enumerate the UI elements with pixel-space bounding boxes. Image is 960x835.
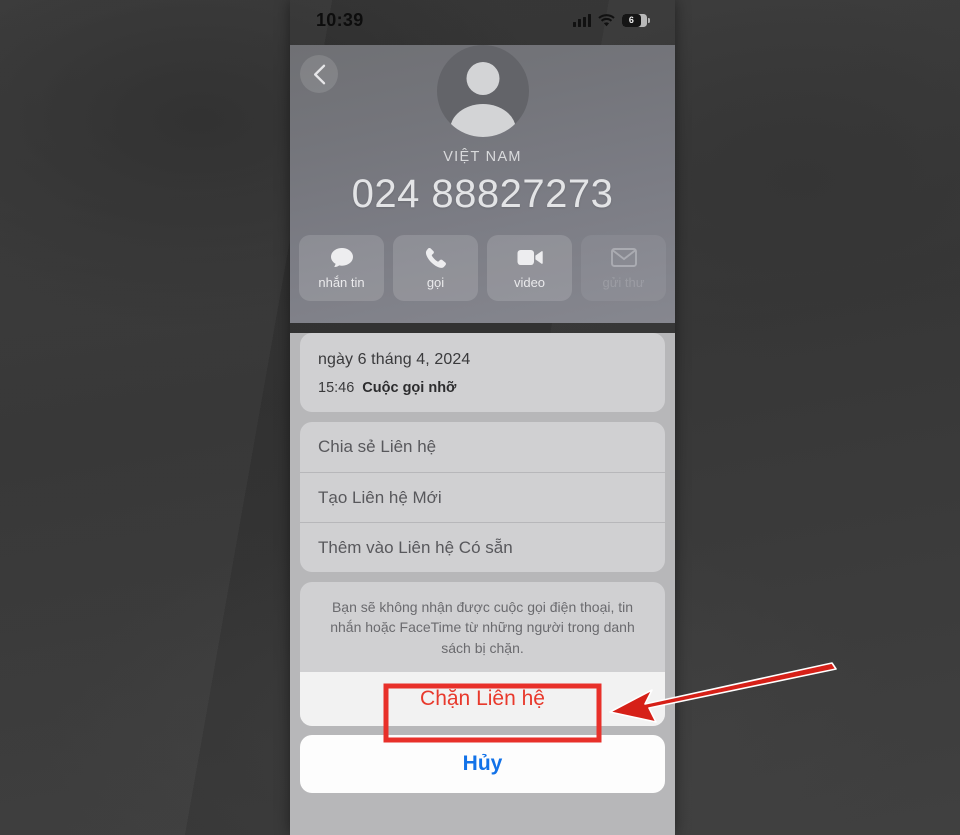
action-button-video[interactable]: video	[487, 235, 572, 301]
block-contact-button[interactable]: Chặn Liên hệ	[300, 671, 665, 726]
action-sheet-area: ngày 6 tháng 4, 2024 15:46 Cuộc gọi nhỡ C…	[290, 333, 675, 835]
envelope-icon	[610, 247, 637, 269]
battery-level-label: 6	[628, 15, 634, 25]
action-button-video-label: video	[513, 274, 546, 290]
cancel-button[interactable]: Hủy	[300, 734, 665, 793]
battery-icon: 6	[622, 13, 650, 27]
status-bar: 10:39 6	[290, 0, 675, 40]
contact-options-menu: Chia sẻ Liên hệ Tạo Liên hệ Mới Thêm vào…	[300, 422, 665, 572]
wifi-icon	[598, 13, 615, 27]
action-button-mail-label: gửi thư	[602, 274, 645, 290]
call-log-type: Cuộc gọi nhỡ	[362, 380, 457, 396]
call-log-card: ngày 6 tháng 4, 2024 15:46 Cuộc gọi nhỡ	[300, 333, 665, 412]
action-button-message[interactable]: nhắn tin	[299, 235, 384, 301]
menu-item-share-contact[interactable]: Chia sẻ Liên hệ	[300, 422, 665, 472]
block-contact-card: Bạn sẽ không nhận được cuộc gọi điện tho…	[300, 582, 665, 726]
menu-item-add-to-existing-contact[interactable]: Thêm vào Liên hệ Có sẵn	[300, 522, 665, 572]
chevron-left-icon	[313, 64, 326, 85]
call-log-time: 15:46	[318, 380, 355, 396]
cellular-bars-icon	[573, 13, 591, 27]
video-camera-icon	[517, 247, 543, 269]
call-log-entry: 15:46 Cuộc gọi nhỡ	[318, 380, 647, 396]
block-notice-text: Bạn sẽ không nhận được cuộc gọi điện tho…	[330, 599, 635, 656]
call-log-date: ngày 6 tháng 4, 2024	[318, 351, 471, 368]
message-bubble-icon	[330, 247, 354, 269]
status-bar-indicators: 6	[573, 13, 650, 27]
action-button-call-label: gọi	[426, 274, 445, 290]
phone-screen: 10:39 6 VIỆT NAM 024 88827273 nhắn tin g…	[290, 0, 675, 835]
menu-item-create-new-contact[interactable]: Tạo Liên hệ Mới	[300, 472, 665, 522]
status-bar-clock: 10:39	[316, 9, 364, 30]
action-button-mail: gửi thư	[581, 235, 666, 301]
phone-handset-icon	[425, 247, 446, 269]
contact-country-label: VIỆT NAM	[443, 149, 522, 165]
contact-action-buttons: nhắn tin gọi video gửi thư	[290, 235, 675, 301]
action-button-message-label: nhắn tin	[318, 274, 365, 290]
contact-header: VIỆT NAM 024 88827273 nhắn tin gọi video…	[290, 45, 675, 323]
back-button[interactable]	[300, 55, 338, 93]
action-button-call[interactable]: gọi	[393, 235, 478, 301]
person-placeholder-avatar	[436, 45, 529, 137]
contact-phone-number: 024 88827273	[351, 172, 614, 216]
